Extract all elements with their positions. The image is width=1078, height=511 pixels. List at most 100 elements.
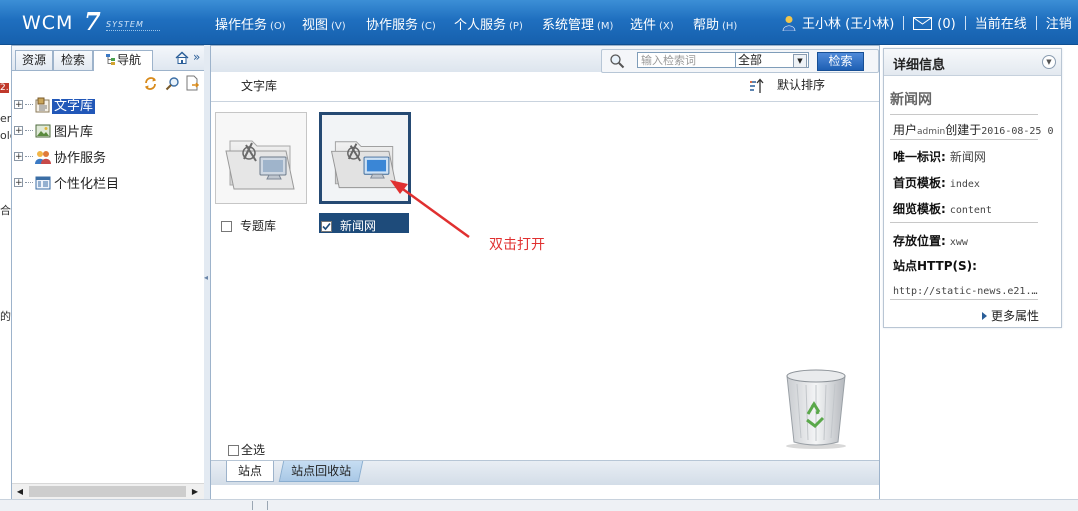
tab-resources[interactable]: 资源 — [15, 50, 53, 70]
search-bar: 全部▼ 检索 — [211, 46, 879, 73]
top-bar: WCM 7 SYSTEM 操作任务 (O) 视图 (V) 协作服务 (C) 个人服务(… — [0, 0, 1078, 45]
detail-home-template: 首页模板: index — [893, 176, 980, 190]
edge-fragment: 的 — [0, 310, 11, 323]
sort-order-label[interactable]: 默认排序 — [777, 76, 825, 93]
tab-navigation[interactable]: 导航 — [93, 50, 153, 71]
tree-branch-line — [25, 182, 33, 183]
tree-expand-icon[interactable]: + — [14, 152, 23, 162]
tree-item-text-library[interactable]: + 文字库 — [14, 95, 96, 115]
detail-storage-location: 存放位置: xww — [893, 234, 968, 248]
select-all-checkbox[interactable]: 全选 — [228, 441, 265, 458]
divider — [890, 114, 1038, 115]
horizontal-scrollbar[interactable]: ◀ ▶ — [12, 483, 204, 500]
site-label-zhuantiku[interactable]: 专题库 — [221, 217, 276, 235]
edge-fragment: 2. — [0, 83, 9, 93]
user-bar: 王小林 (王小林) (0) 当前在线 注销 — [782, 13, 1072, 33]
more-properties-link[interactable]: 更多属性 — [982, 307, 1039, 324]
site-folder-icon — [225, 140, 295, 190]
user-name[interactable]: 王小林 (王小林) — [802, 17, 894, 32]
menu-operation-task[interactable]: 操作任务 (O) — [215, 14, 286, 33]
tab-site-recycle-bin[interactable]: 站点回收站 — [278, 461, 364, 482]
play-triangle-icon — [982, 312, 987, 320]
home-icon[interactable] — [175, 51, 189, 65]
menu-options[interactable]: 选件 (X) — [630, 14, 674, 33]
double-click-hint: 双击打开 — [489, 237, 545, 253]
expand-double-arrow-icon[interactable]: » — [193, 50, 200, 64]
detail-detail-template: 细览模板: content — [893, 202, 992, 216]
online-users-link[interactable]: 当前在线 — [975, 17, 1027, 32]
select-all-box[interactable] — [228, 445, 239, 456]
collapse-icon[interactable]: ▼ — [1042, 55, 1056, 69]
divider — [890, 222, 1038, 223]
menu-personal[interactable]: 个人服务 (P) — [454, 14, 523, 33]
menu-help[interactable]: 帮助 (H) — [693, 14, 737, 33]
detail-created: 用户admin创建于2016-08-25 0 — [893, 123, 1053, 137]
tree-expand-icon[interactable]: + — [14, 178, 23, 188]
mail-icon[interactable] — [913, 17, 933, 30]
search-scope-select[interactable]: 全部 ▼ — [735, 52, 809, 68]
navigation-tree-icon — [105, 54, 115, 65]
content-panel: 全部▼ 检索 文字库 默认排序 — [210, 45, 880, 501]
logo-system: SYSTEM — [106, 20, 144, 29]
collaboration-icon — [35, 150, 51, 164]
tree-item-collaboration[interactable]: + 协作服务 — [14, 147, 108, 167]
tree-expand-icon[interactable]: + — [14, 100, 23, 110]
separator — [1035, 16, 1037, 30]
logo-seven: 7 — [84, 7, 101, 36]
menu-system-admin[interactable]: 系统管理 (M) — [542, 14, 613, 33]
search-magnifier-icon — [610, 54, 625, 69]
custom-column-icon — [35, 176, 51, 189]
splitter-grip-icon[interactable]: ◂ — [204, 263, 209, 293]
site-label-xinwenwang[interactable]: 新闻网 — [321, 217, 376, 235]
separator — [964, 16, 966, 30]
detail-unique-id: 唯一标识: 新闻网 — [893, 150, 986, 164]
divider — [890, 299, 1038, 300]
search-input[interactable] — [637, 52, 738, 68]
tree-branch-line — [25, 130, 33, 131]
search-icon[interactable] — [165, 76, 180, 91]
breadcrumb: 文字库 — [241, 79, 278, 93]
separator — [903, 16, 905, 30]
tree-item-custom-column[interactable]: + 个性化栏目 — [14, 173, 121, 193]
menu-view[interactable]: 视图 (V) — [302, 14, 346, 33]
menu-collaboration[interactable]: 协作服务 (C) — [366, 14, 436, 33]
tab-sites[interactable]: 站点 — [226, 461, 274, 482]
recycle-bin-icon[interactable] — [781, 366, 851, 450]
sort-icon[interactable] — [749, 78, 765, 94]
refresh-icon[interactable] — [143, 76, 158, 91]
resize-mark — [252, 501, 268, 510]
scroll-right-icon[interactable]: ▶ — [187, 484, 203, 500]
tree-item-label: 文字库 — [52, 99, 96, 114]
tree-expand-icon[interactable]: + — [14, 126, 23, 136]
search-area: 全部▼ 检索 — [601, 49, 879, 73]
tab-search[interactable]: 检索 — [53, 50, 93, 70]
navigation-panel: 资源 检索 导航 » + 文字库 + 图片库 + 协作服务 + 个性化栏目 ◀ ▶ — [11, 45, 205, 501]
logo-underline — [106, 30, 160, 34]
detail-title: 详细信息 — [893, 58, 946, 73]
scrollbar-thumb[interactable] — [29, 486, 186, 497]
logout-link[interactable]: 注销 — [1046, 17, 1072, 32]
detail-http-url: http://static-news.e21.… — [893, 286, 1038, 297]
detail-site-http: 站点HTTP(S): — [893, 259, 977, 273]
export-document-icon[interactable] — [185, 75, 200, 91]
site-card-zhuantiku[interactable] — [215, 112, 307, 204]
tree-branch-line — [25, 156, 33, 157]
breadcrumb-row: 文字库 默认排序 — [211, 73, 879, 99]
search-button[interactable]: 检索 — [817, 52, 864, 71]
site-checkbox-checked[interactable] — [321, 221, 332, 232]
picture-library-icon — [35, 124, 51, 137]
left-tabs: 资源 检索 导航 » — [12, 46, 204, 71]
mail-count[interactable]: (0) — [937, 17, 955, 32]
text-library-icon — [35, 97, 50, 112]
tree-toolbar — [12, 72, 204, 94]
tree-item-label: 个性化栏目 — [54, 177, 120, 192]
tree-branch-line — [25, 104, 33, 105]
site-checkbox[interactable] — [221, 221, 232, 232]
detail-panel: 详细信息 ▼ 新闻网 用户admin创建于2016-08-25 0 唯一标识: 新… — [883, 48, 1062, 328]
tree-item-label: 协作服务 — [54, 151, 107, 166]
scroll-left-icon[interactable]: ◀ — [12, 484, 28, 500]
logo-wcm: WCM — [22, 12, 74, 34]
tree-item-picture-library[interactable]: + 图片库 — [14, 121, 95, 141]
chevron-down-icon[interactable]: ▼ — [793, 54, 807, 68]
site-tabs: 站点 站点回收站 — [211, 460, 879, 485]
